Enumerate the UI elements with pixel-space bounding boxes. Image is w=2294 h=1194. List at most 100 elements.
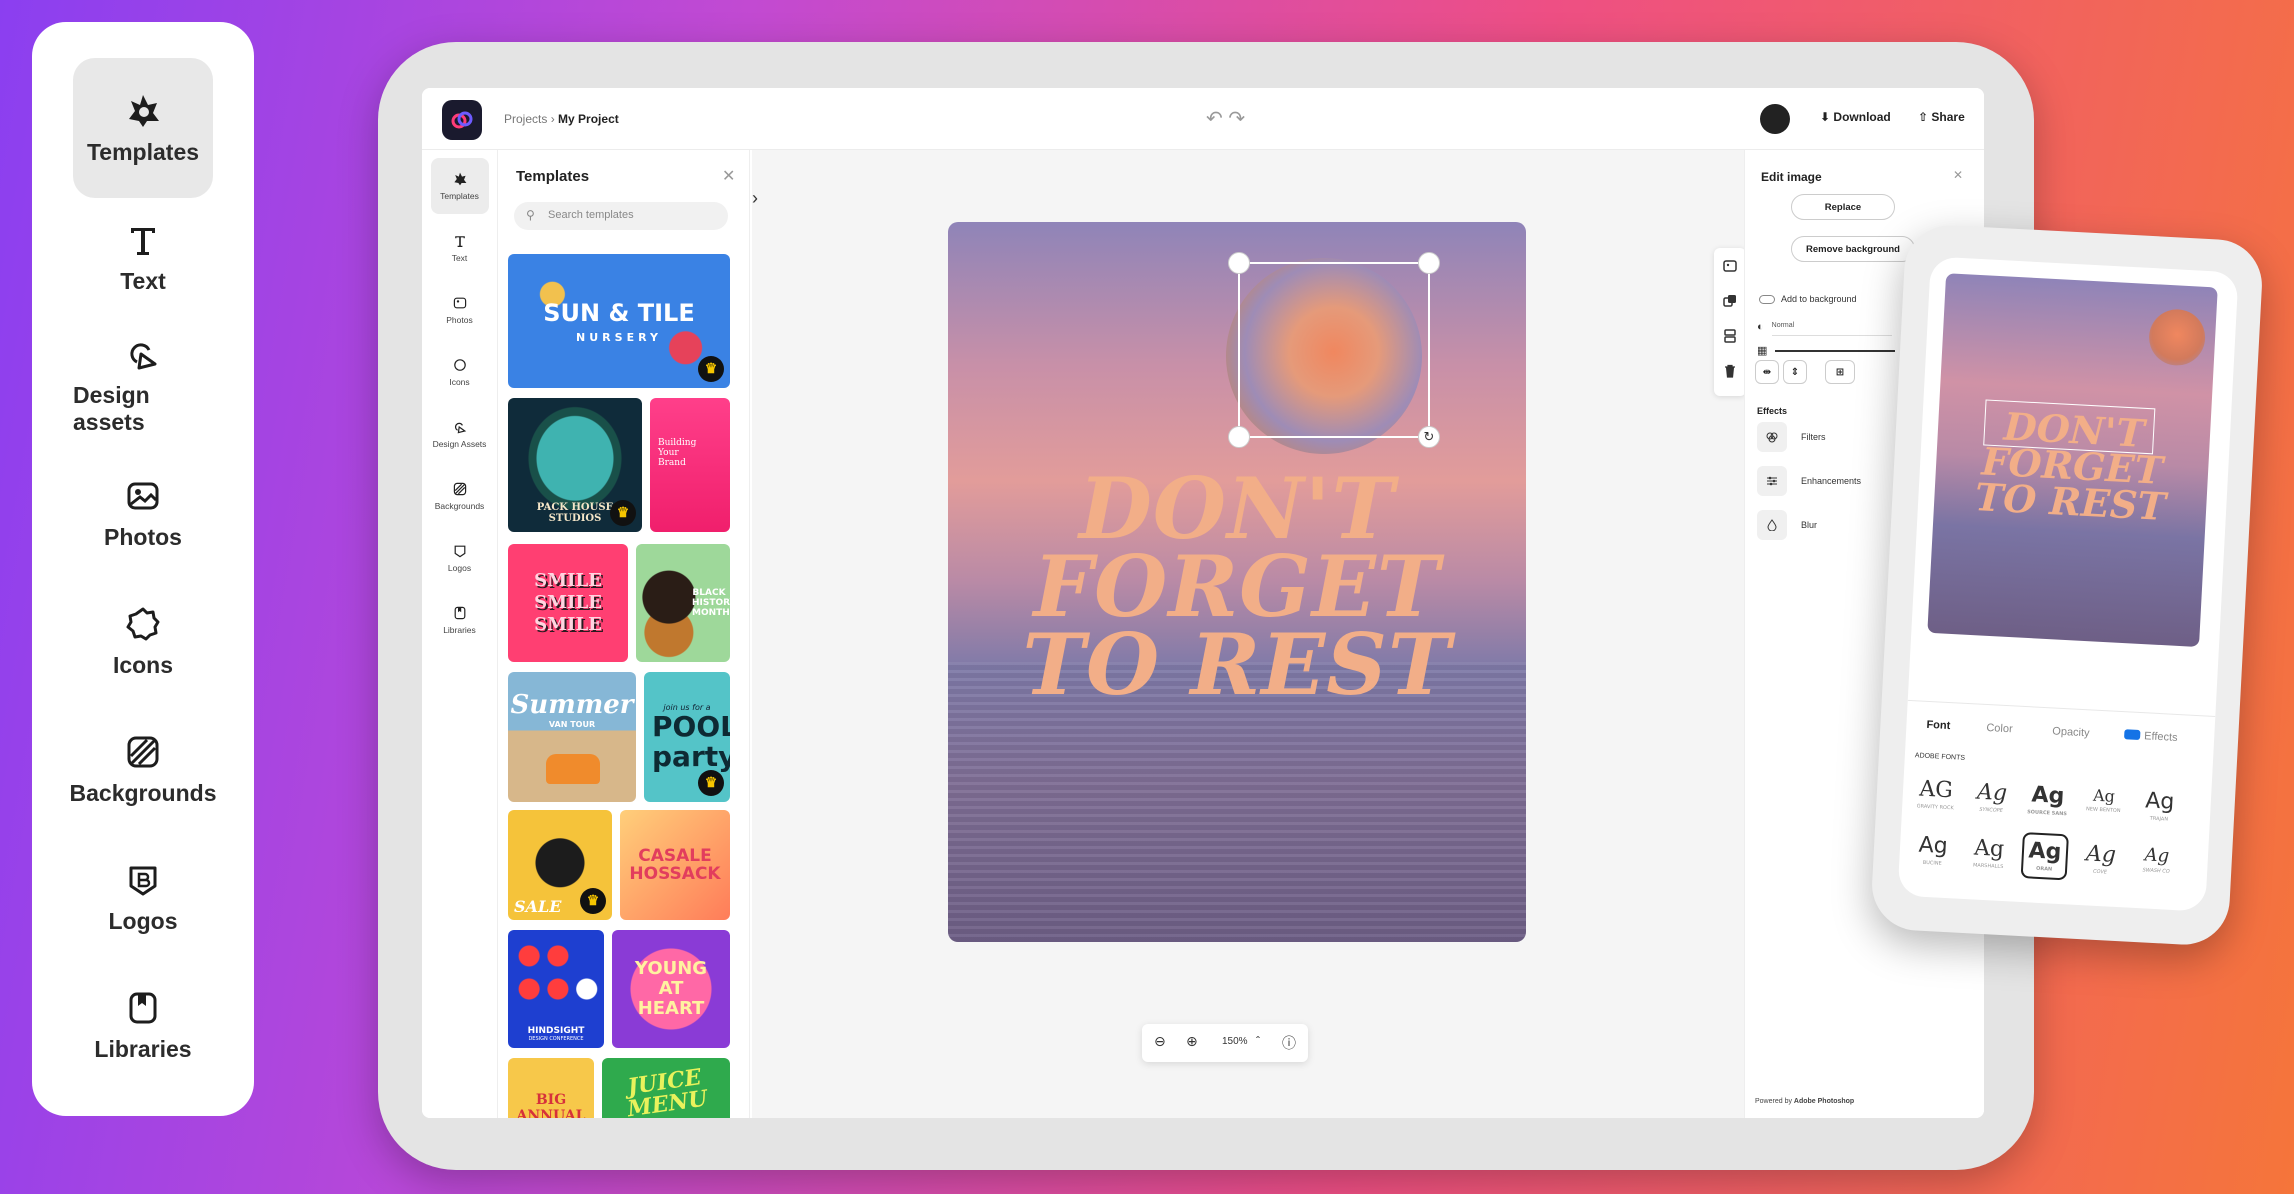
- nav-backgrounds[interactable]: Backgrounds: [70, 710, 217, 828]
- template-tile[interactable]: SMILE SMILE SMILE: [508, 544, 628, 662]
- duplicate-tool[interactable]: [1714, 283, 1746, 318]
- replace-button[interactable]: Replace: [1791, 194, 1895, 220]
- font-cell[interactable]: Ag TRAJAN: [2135, 788, 2183, 836]
- blend-mode-select[interactable]: Normal: [1771, 318, 1892, 336]
- crop-icon[interactable]: ⊞: [1825, 360, 1855, 384]
- template-tile[interactable]: Building Your Brand: [650, 398, 730, 532]
- font-cell[interactable]: AG GRAVITY ROCK: [1911, 776, 1959, 824]
- nav-libraries[interactable]: Libraries: [73, 966, 213, 1084]
- nav-photos[interactable]: Photos: [73, 454, 213, 572]
- rail-item-design-assets[interactable]: Design Assets: [431, 406, 489, 462]
- share-icon: ⇧: [1918, 110, 1929, 124]
- flip-vertical-icon[interactable]: ⇕: [1783, 360, 1807, 384]
- phone-artboard[interactable]: DON'T FORGET TO REST: [1927, 273, 2218, 647]
- zoom-out-icon[interactable]: ⊖: [1154, 1033, 1166, 1050]
- close-icon[interactable]: ✕: [722, 166, 735, 186]
- chevron-right-icon[interactable]: ›: [752, 188, 758, 209]
- tab-effects[interactable]: Effects: [2144, 730, 2178, 744]
- chevron-up-icon[interactable]: ˆ: [1256, 1034, 1260, 1048]
- remove-background-button[interactable]: Remove background: [1791, 236, 1915, 262]
- resize-handle[interactable]: [1418, 252, 1440, 274]
- tab-opacity[interactable]: Opacity: [2052, 725, 2090, 739]
- template-tile[interactable]: join us for a POOL party ♛: [644, 672, 730, 802]
- phone-sheet-divider: [1907, 699, 2216, 717]
- resize-handle[interactable]: [1228, 426, 1250, 448]
- flip-horizontal-icon[interactable]: ⇹: [1755, 360, 1779, 384]
- template-tile[interactable]: SUN & TILE NURSERY ♛: [508, 254, 730, 388]
- info-icon[interactable]: ⓘ: [1282, 1033, 1296, 1053]
- toggle-switch[interactable]: [1759, 294, 1775, 304]
- search-input[interactable]: ⚲ Search templates: [514, 202, 728, 230]
- share-label: Share: [1931, 110, 1965, 124]
- rail-item-text[interactable]: Text: [431, 220, 489, 276]
- font-cell[interactable]: Ag NEW BENTON: [2079, 785, 2127, 833]
- opacity-slider[interactable]: [1775, 349, 1896, 352]
- tile-title: HINDSIGHT: [527, 1026, 585, 1036]
- effect-blur[interactable]: Blur: [1757, 510, 1817, 540]
- avatar[interactable]: [1760, 104, 1790, 134]
- add-to-background-toggle[interactable]: Add to background: [1759, 294, 1857, 304]
- nav-text[interactable]: Text: [73, 198, 213, 316]
- resize-handle[interactable]: [1228, 252, 1250, 274]
- font-cell[interactable]: Ag BUCINE: [1908, 832, 1956, 880]
- font-cell[interactable]: Ag SWASH CO: [2132, 844, 2180, 892]
- app-logo[interactable]: [442, 100, 482, 140]
- close-icon[interactable]: ✕: [1953, 168, 1963, 182]
- checker-icon: ▦: [1757, 345, 1768, 357]
- nav-design-assets[interactable]: Design assets: [73, 326, 213, 444]
- artboard[interactable]: ↻ DON'T FORGET TO REST: [948, 222, 1526, 942]
- template-tile[interactable]: PACK HOUSE STUDIOS ♛: [508, 398, 642, 532]
- premium-crown-icon: ♛: [580, 888, 606, 914]
- delete-tool[interactable]: [1714, 353, 1746, 388]
- nav-logos[interactable]: Logos: [73, 838, 213, 956]
- effect-filters[interactable]: Filters: [1757, 422, 1826, 452]
- rotate-icon[interactable]: ↻: [1418, 426, 1440, 448]
- rail-item-backgrounds[interactable]: Backgrounds: [431, 468, 489, 524]
- nav-icons[interactable]: Icons: [73, 582, 213, 700]
- font-cell[interactable]: Ag SOURCE SANS: [2023, 782, 2071, 830]
- tile-title: Summer: [510, 690, 634, 720]
- redo-icon[interactable]: ↷: [1228, 108, 1245, 130]
- replace-image-tool[interactable]: [1714, 248, 1746, 283]
- headline-text[interactable]: DON'T FORGET TO REST: [1934, 404, 2211, 530]
- breadcrumb-projects[interactable]: Projects: [504, 112, 547, 126]
- tab-font[interactable]: Font: [1926, 719, 1950, 732]
- tile-title: Building Your Brand: [658, 438, 697, 468]
- text-icon: [454, 236, 465, 247]
- share-button[interactable]: ⇧ Share: [1918, 110, 1965, 124]
- template-tile[interactable]: HINDSIGHT DESIGN CONFERENCE: [508, 930, 604, 1048]
- download-label: Download: [1833, 110, 1891, 124]
- font-cell[interactable]: Ag SYNCOPE: [1967, 779, 2015, 827]
- zoom-in-icon[interactable]: ⊕: [1186, 1033, 1198, 1050]
- chevron-right-icon: ›: [550, 112, 559, 126]
- rail-item-icons[interactable]: Icons: [431, 344, 489, 400]
- rail-item-logos[interactable]: Logos: [431, 530, 489, 586]
- arrange-tool[interactable]: [1714, 318, 1746, 353]
- effect-enhancements[interactable]: Enhancements: [1757, 466, 1861, 496]
- breadcrumb-current: My Project: [558, 112, 619, 126]
- font-cell[interactable]: Ag COVE: [2076, 841, 2124, 889]
- tab-color[interactable]: Color: [1986, 722, 2013, 735]
- template-tile[interactable]: SALE ♛: [508, 810, 612, 920]
- download-button[interactable]: ⬇ Download: [1820, 110, 1891, 124]
- rail-item-templates[interactable]: Templates: [430, 158, 489, 214]
- template-tile[interactable]: BIG ANNUAL: [508, 1058, 594, 1118]
- phone-mockup: DON'T FORGET TO REST Font Color Opacity …: [1869, 223, 2265, 947]
- headline-text[interactable]: DON'T FORGET TO REST: [948, 467, 1526, 707]
- template-tile[interactable]: CASALE HOSSACK: [620, 810, 730, 920]
- font-cell[interactable]: Ag MARSHALLS: [1964, 835, 2012, 883]
- tile-title: JUICE MENU: [625, 1064, 710, 1118]
- rail-item-photos[interactable]: Photos: [431, 282, 489, 338]
- template-tile[interactable]: YOUNG AT HEART: [612, 930, 730, 1048]
- template-tile[interactable]: JUICE MENU: [602, 1058, 730, 1118]
- templates-icon: [453, 172, 466, 186]
- font-cell-selected[interactable]: Ag ORAN: [2020, 832, 2069, 881]
- template-tile[interactable]: BLACK HISTORY MONTH: [636, 544, 730, 662]
- nav-templates[interactable]: Templates: [73, 58, 213, 198]
- undo-icon[interactable]: ↶: [1206, 108, 1223, 130]
- rail-item-libraries[interactable]: Libraries: [431, 592, 489, 648]
- footer-brand: Adobe Photoshop: [1793, 1098, 1855, 1105]
- font-name: MARSHALLS: [1972, 862, 2004, 871]
- template-tile[interactable]: Summer VAN TOUR: [508, 672, 636, 802]
- zoom-level[interactable]: 150%: [1222, 1036, 1248, 1047]
